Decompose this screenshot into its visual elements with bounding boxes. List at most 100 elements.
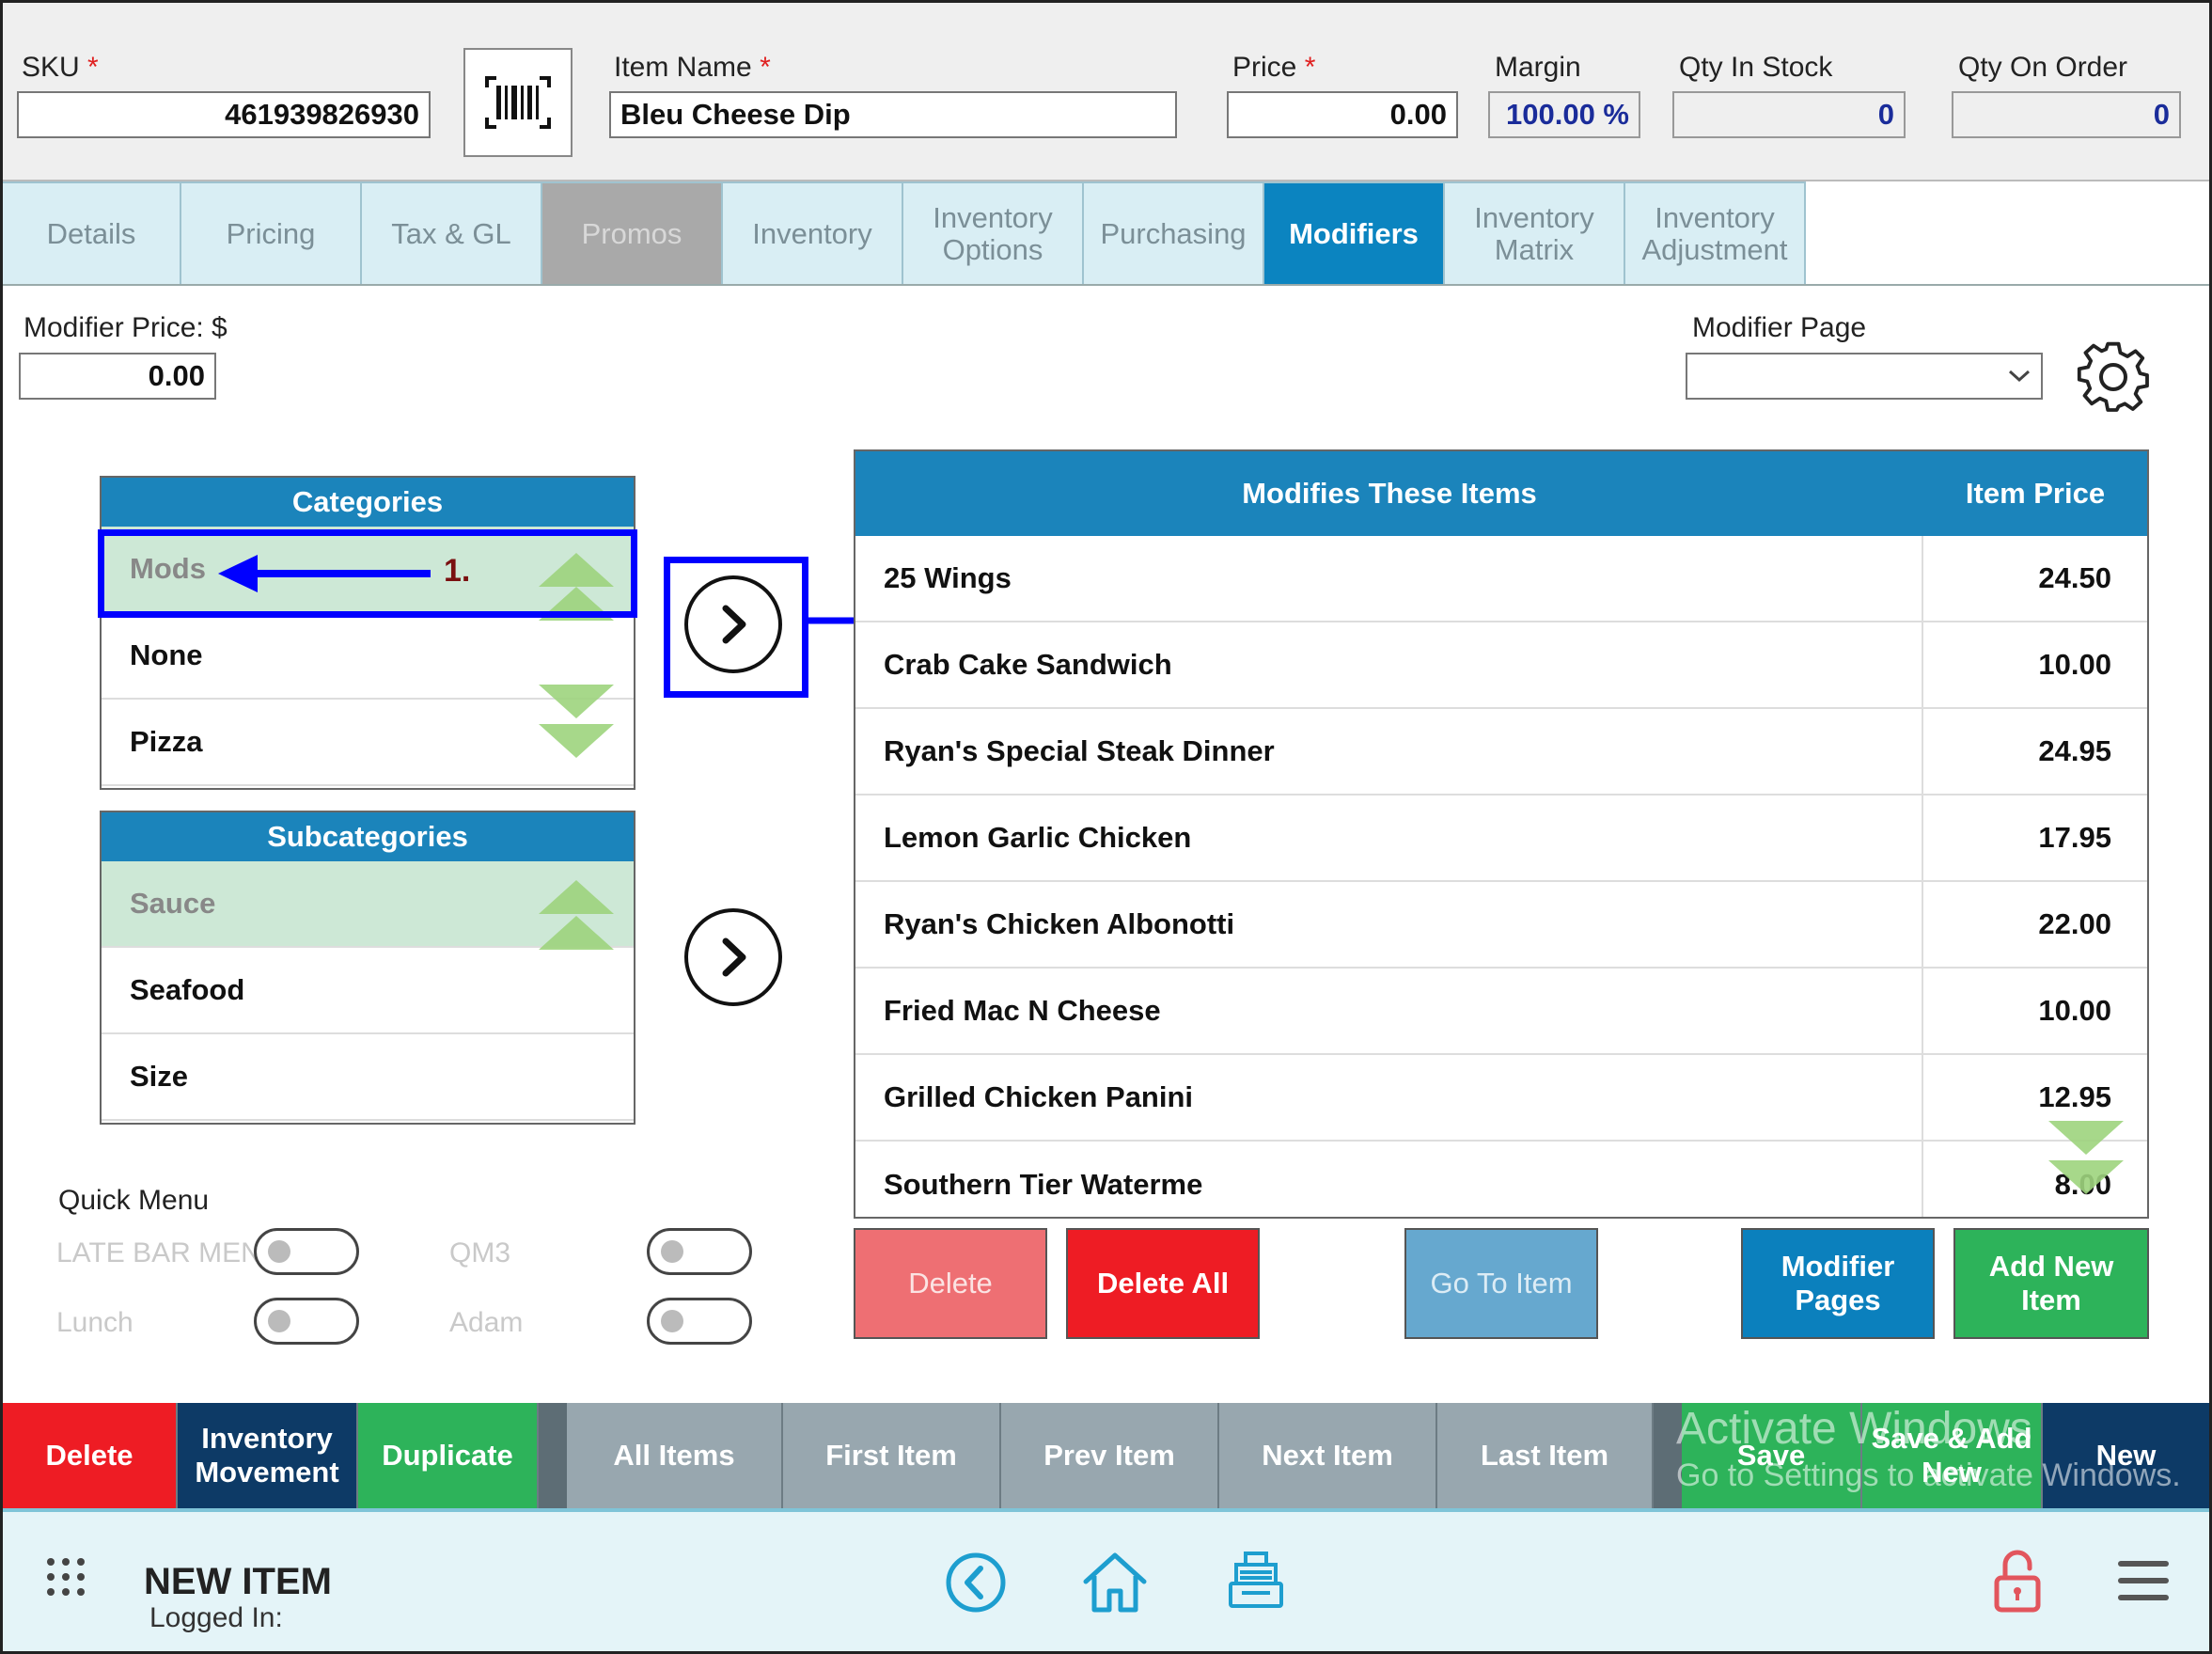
row-item-price: 24.95 — [2038, 734, 2111, 767]
add-category-button[interactable] — [684, 575, 782, 673]
row-item-name: 25 Wings — [855, 536, 1923, 621]
barcode-button[interactable] — [463, 48, 573, 157]
item-header: SKU * 461939826930 Item Name * Bleu Chee… — [3, 3, 2209, 181]
save-add-new-button[interactable]: Save & Add New — [1862, 1403, 2043, 1508]
quick-menu-toggle-adam[interactable] — [647, 1298, 752, 1345]
logged-in-label: Logged In: — [149, 1602, 283, 1633]
modifier-page-label: Modifier Page — [1692, 312, 1867, 343]
quick-menu-label: LATE BAR MENU — [56, 1237, 282, 1268]
table-scroll-arrows[interactable] — [2044, 1113, 2128, 1204]
row-item-name: Grilled Chicken Panini — [855, 1055, 1923, 1140]
table-row[interactable]: Southern Tier Waterme8.00 — [855, 1142, 2147, 1217]
hamburger-menu-icon[interactable] — [2116, 1559, 2171, 1602]
tab-tax-gl[interactable]: Tax & GL — [362, 181, 542, 285]
qty-in-stock-field: 0 — [1672, 91, 1906, 138]
settings-button[interactable] — [2076, 339, 2151, 414]
table-row[interactable]: Crab Cake Sandwich 10.00 — [855, 622, 2147, 709]
add-subcategory-button[interactable] — [684, 908, 782, 1006]
quick-menu-toggle-qm3[interactable] — [647, 1228, 752, 1275]
table-row[interactable]: Ryan's Chicken Albonotti 22.00 — [855, 882, 2147, 969]
column-header-price: Item Price — [1965, 477, 2106, 511]
modifier-price-field[interactable]: 0.00 — [19, 353, 216, 400]
price-label: Price * — [1232, 52, 1316, 83]
quick-menu-toggle-lunch[interactable] — [254, 1298, 359, 1345]
table-row[interactable]: Ryan's Special Steak Dinner 24.95 — [855, 709, 2147, 795]
quick-menu-label: Lunch — [56, 1307, 133, 1338]
sku-field[interactable]: 461939826930 — [17, 91, 431, 138]
modifier-page-select[interactable] — [1686, 353, 2043, 400]
row-item-name: Fried Mac N Cheese — [855, 969, 1923, 1053]
duplicate-button[interactable]: Duplicate — [358, 1403, 539, 1508]
delete-all-button[interactable]: Delete All — [1066, 1228, 1260, 1339]
row-item-name: Lemon Garlic Chicken — [855, 795, 1923, 880]
unlock-icon[interactable] — [1992, 1548, 2043, 1614]
table-row[interactable]: Fried Mac N Cheese 10.00 — [855, 969, 2147, 1055]
scroll-page-down-icon — [2048, 1160, 2124, 1194]
tab-inventory-adjustment[interactable]: Inventory Adjustment — [1625, 181, 1806, 285]
save-button[interactable]: Save — [1682, 1403, 1862, 1508]
last-item-button[interactable]: Last Item — [1437, 1403, 1654, 1508]
scroll-page-up-icon — [539, 916, 614, 950]
tab-inventory[interactable]: Inventory — [723, 181, 903, 285]
quick-menu-toggle-late-bar[interactable] — [254, 1228, 359, 1275]
tab-pricing[interactable]: Pricing — [181, 181, 362, 285]
action-bar: Delete Inventory Movement Duplicate All … — [3, 1403, 2209, 1508]
row-item-price: 24.50 — [2038, 561, 2111, 594]
tab-details[interactable]: Details — [3, 181, 181, 285]
categories-panel: Categories Mods None Pizza — [100, 476, 635, 790]
quick-menu-title: Quick Menu — [58, 1185, 210, 1216]
home-icon[interactable] — [1080, 1548, 1150, 1617]
item-name-label: Item Name * — [614, 52, 771, 83]
qty-on-order-label: Qty On Order — [1958, 52, 2128, 83]
inventory-movement-button[interactable]: Inventory Movement — [178, 1403, 358, 1508]
barcode-icon — [485, 76, 551, 129]
tab-inventory-matrix[interactable]: Inventory Matrix — [1445, 181, 1625, 285]
tab-inventory-options[interactable]: Inventory Options — [903, 181, 1084, 285]
go-to-item-button[interactable]: Go To Item — [1404, 1228, 1598, 1339]
all-items-button[interactable]: All Items — [567, 1403, 783, 1508]
annotation-step-1: 1. — [444, 553, 471, 589]
table-row[interactable]: Lemon Garlic Chicken 17.95 — [855, 795, 2147, 882]
subcategory-scroll-arrows[interactable] — [534, 874, 619, 965]
modifier-price-label: Modifier Price: $ — [24, 312, 227, 343]
scroll-up-icon — [539, 880, 614, 914]
categories-title: Categories — [102, 478, 634, 527]
tab-modifiers[interactable]: Modifiers — [1264, 181, 1445, 285]
footer-bar: NEW ITEM Logged In: — [3, 1508, 2209, 1651]
chevron-right-icon — [722, 605, 746, 644]
row-item-price: 10.00 — [2038, 648, 2111, 681]
cash-register-icon[interactable] — [1223, 1548, 1289, 1614]
first-item-button[interactable]: First Item — [783, 1403, 1001, 1508]
add-new-item-button[interactable]: Add New Item — [1953, 1228, 2149, 1339]
subcategories-panel: Subcategories Sauce Seafood Size — [100, 811, 635, 1125]
margin-label: Margin — [1495, 52, 1581, 83]
item-name-field[interactable]: Bleu Cheese Dip — [609, 91, 1177, 138]
column-header-item: Modifies These Items — [1242, 477, 1537, 510]
tab-purchasing[interactable]: Purchasing — [1084, 181, 1264, 285]
gear-icon — [2077, 341, 2149, 412]
item-tabs: Details Pricing Tax & GL Promos Inventor… — [3, 181, 1806, 285]
app-grid-icon[interactable] — [44, 1555, 87, 1599]
next-item-button[interactable]: Next Item — [1219, 1403, 1437, 1508]
prev-item-button[interactable]: Prev Item — [1001, 1403, 1219, 1508]
subcategory-item-size[interactable]: Size — [102, 1034, 634, 1121]
back-icon[interactable] — [943, 1550, 1009, 1615]
row-item-price: 17.95 — [2038, 821, 2111, 854]
screen-title: NEW ITEM — [144, 1561, 332, 1602]
sku-label: SKU * — [22, 52, 99, 83]
table-row[interactable]: 25 Wings 24.50 — [855, 536, 2147, 622]
table-row[interactable]: Grilled Chicken Panini 12.95 — [855, 1055, 2147, 1142]
scroll-down-icon — [539, 685, 614, 718]
new-item-button[interactable]: New — [2043, 1403, 2209, 1508]
subcategories-title: Subcategories — [102, 812, 634, 861]
scroll-page-down-icon — [539, 724, 614, 758]
qty-on-order-field: 0 — [1952, 91, 2181, 138]
delete-item-button[interactable]: Delete — [3, 1403, 178, 1508]
scroll-down-icon — [2048, 1121, 2124, 1155]
annotation-arrow-1 — [218, 555, 431, 592]
modifier-pages-button[interactable]: Modifier Pages — [1741, 1228, 1935, 1339]
row-item-price: 10.00 — [2038, 994, 2111, 1027]
delete-modifier-button[interactable]: Delete — [854, 1228, 1047, 1339]
tab-divider — [3, 284, 2209, 286]
price-field[interactable]: 0.00 — [1227, 91, 1458, 138]
